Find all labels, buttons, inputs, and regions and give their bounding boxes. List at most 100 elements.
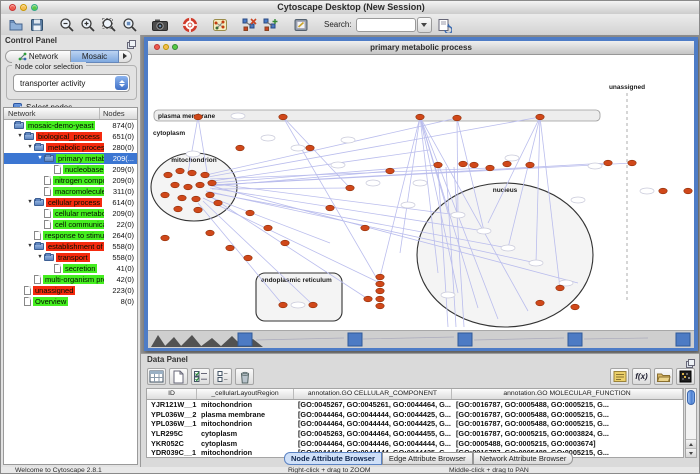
tree-row-nitrogen-compo[interactable]: nitrogen compo209(0)	[4, 175, 137, 186]
zoom-fit-icon[interactable]	[100, 16, 118, 34]
table-row[interactable]: YJR121W__1mitochondrion[GO:0045267, GO:0…	[147, 400, 683, 410]
graph-node[interactable]	[188, 170, 196, 176]
help-lifesaver-icon[interactable]	[181, 16, 199, 34]
graph-node[interactable]	[178, 195, 186, 201]
graph-node[interactable]	[281, 240, 289, 246]
tab-network[interactable]: Network	[5, 50, 71, 63]
column-header-id[interactable]: ID	[147, 389, 197, 399]
disclosure-triangle-icon[interactable]: ▼	[36, 153, 44, 164]
search-configuration-button[interactable]	[435, 16, 453, 34]
search-input[interactable]	[356, 18, 416, 32]
graph-node[interactable]	[264, 225, 272, 231]
graph-node[interactable]	[184, 184, 192, 190]
graph-node[interactable]	[161, 192, 169, 198]
column-header-molecular-function[interactable]: annotation.GO MOLECULAR_FUNCTION	[452, 389, 683, 399]
create-view-icon[interactable]	[262, 16, 280, 34]
disclosure-triangle-icon[interactable]: ▼	[16, 131, 24, 142]
destroy-network-icon[interactable]	[241, 16, 259, 34]
network-close-button[interactable]	[154, 44, 160, 50]
network-minimize-button[interactable]	[163, 44, 169, 50]
table-row[interactable]: YKR052Ccytoplasm[GO:0044464, GO:0044446,…	[147, 438, 683, 448]
graph-node[interactable]	[194, 207, 202, 213]
tree-row-overview[interactable]: Overview8(0)	[4, 296, 137, 307]
graph-node[interactable]	[244, 255, 252, 261]
tree-row-mosaic-demo-yeast[interactable]: mosaic-demo-yeast874(0)	[4, 120, 137, 131]
attribute-label-button[interactable]	[610, 368, 629, 385]
graph-node[interactable]	[361, 225, 369, 231]
disclosure-triangle-icon[interactable]: ▼	[36, 252, 44, 263]
disclosure-triangle-icon[interactable]: ▼	[26, 142, 34, 153]
graph-node[interactable]	[279, 302, 287, 308]
graph-node[interactable]	[376, 288, 384, 294]
float-panel-icon[interactable]	[127, 36, 136, 45]
graph-node[interactable]	[309, 302, 317, 308]
graph-node[interactable]	[206, 192, 214, 198]
scroll-down-button[interactable]	[686, 448, 696, 457]
float-panel-icon[interactable]	[686, 355, 695, 364]
graph-node[interactable]	[214, 200, 222, 206]
open-session-button[interactable]	[7, 16, 25, 34]
unselect-attributes-button[interactable]	[213, 368, 232, 385]
graph-node[interactable]	[226, 245, 234, 251]
table-row[interactable]: YLR295Ccytoplasm[GO:0045263, GO:0044464,…	[147, 429, 683, 439]
graph-node[interactable]	[201, 172, 209, 178]
function-builder-button[interactable]: f(x)	[632, 368, 651, 385]
scrollbar-thumb[interactable]	[687, 390, 695, 405]
window-titlebar[interactable]: Cytoscape Desktop (New Session)	[1, 1, 700, 15]
graph-node[interactable]	[279, 114, 287, 120]
graph-node[interactable]	[659, 188, 667, 194]
tree-row-establishment-of-lo[interactable]: ▼establishment of lo558(0)	[4, 241, 137, 252]
graph-node[interactable]	[486, 165, 494, 171]
disclosure-triangle-icon[interactable]: ▼	[26, 197, 34, 208]
tree-row-cell-communicat[interactable]: cell communicat22(0)	[4, 219, 137, 230]
tree-row-transport[interactable]: ▼transport558(0)	[4, 252, 137, 263]
graph-node[interactable]	[536, 114, 544, 120]
color-attribute-select[interactable]: transporter activity	[13, 74, 130, 92]
delete-attribute-button[interactable]	[235, 368, 254, 385]
graph-node[interactable]	[416, 114, 424, 120]
snapshot-camera-icon[interactable]	[151, 16, 169, 34]
tab-mosaic[interactable]: Mosaic	[71, 50, 119, 63]
tab-node-attribute-browser[interactable]: Node Attribute Browser	[284, 452, 382, 465]
zoom-out-icon[interactable]	[58, 16, 76, 34]
disclosure-triangle-icon[interactable]: ▼	[26, 241, 34, 252]
graph-node[interactable]	[306, 145, 314, 151]
table-row[interactable]: YPL036W__1mitochondrion[GO:0044464, GO:0…	[147, 419, 683, 429]
graph-node[interactable]	[571, 304, 579, 310]
graph-node[interactable]	[459, 161, 467, 167]
attribute-table[interactable]: ID _cellularLayoutRegion annotation.GO C…	[146, 388, 684, 458]
graph-node[interactable]	[176, 168, 184, 174]
annotation-palette-icon[interactable]	[292, 16, 310, 34]
tree-row-cellular-process[interactable]: ▼cellular process614(0)	[4, 197, 137, 208]
tree-row-multi-organism-pro[interactable]: multi-organism pro42(0)	[4, 274, 137, 285]
search-dropdown-button[interactable]	[417, 17, 432, 33]
network-overview-icon[interactable]	[211, 16, 229, 34]
graph-node[interactable]	[376, 296, 384, 302]
graph-node[interactable]	[194, 114, 202, 120]
graph-node[interactable]	[171, 182, 179, 188]
import-attributes-button[interactable]	[654, 368, 673, 385]
graph-node[interactable]	[364, 296, 372, 302]
network-canvas[interactable]: plasma membranecytoplasmmitochondrionnuc…	[148, 55, 694, 330]
graph-node[interactable]	[192, 196, 200, 202]
graph-node[interactable]	[628, 160, 636, 166]
tree-row-response-to-stimulu[interactable]: response to stimulu264(0)	[4, 230, 137, 241]
graph-node[interactable]	[196, 182, 204, 188]
new-attribute-button[interactable]	[169, 368, 188, 385]
graph-node[interactable]	[556, 285, 564, 291]
graph-node[interactable]	[503, 161, 511, 167]
column-header-cellular-component[interactable]: annotation.GO CELLULAR_COMPONENT	[294, 389, 452, 399]
table-vertical-scrollbar[interactable]	[685, 388, 697, 458]
tree-row-nucleobase[interactable]: nucleobase-209(0)	[4, 164, 137, 175]
graph-node[interactable]	[376, 281, 384, 287]
graph-node[interactable]	[453, 115, 461, 121]
save-session-button[interactable]	[28, 16, 46, 34]
graph-node[interactable]	[326, 205, 334, 211]
graph-node[interactable]	[236, 145, 244, 151]
graph-node[interactable]	[684, 188, 692, 194]
graph-node[interactable]	[536, 300, 544, 306]
graph-node[interactable]	[208, 180, 216, 186]
graph-node[interactable]	[174, 206, 182, 212]
graph-node[interactable]	[376, 274, 384, 280]
select-attributes-button[interactable]	[191, 368, 210, 385]
